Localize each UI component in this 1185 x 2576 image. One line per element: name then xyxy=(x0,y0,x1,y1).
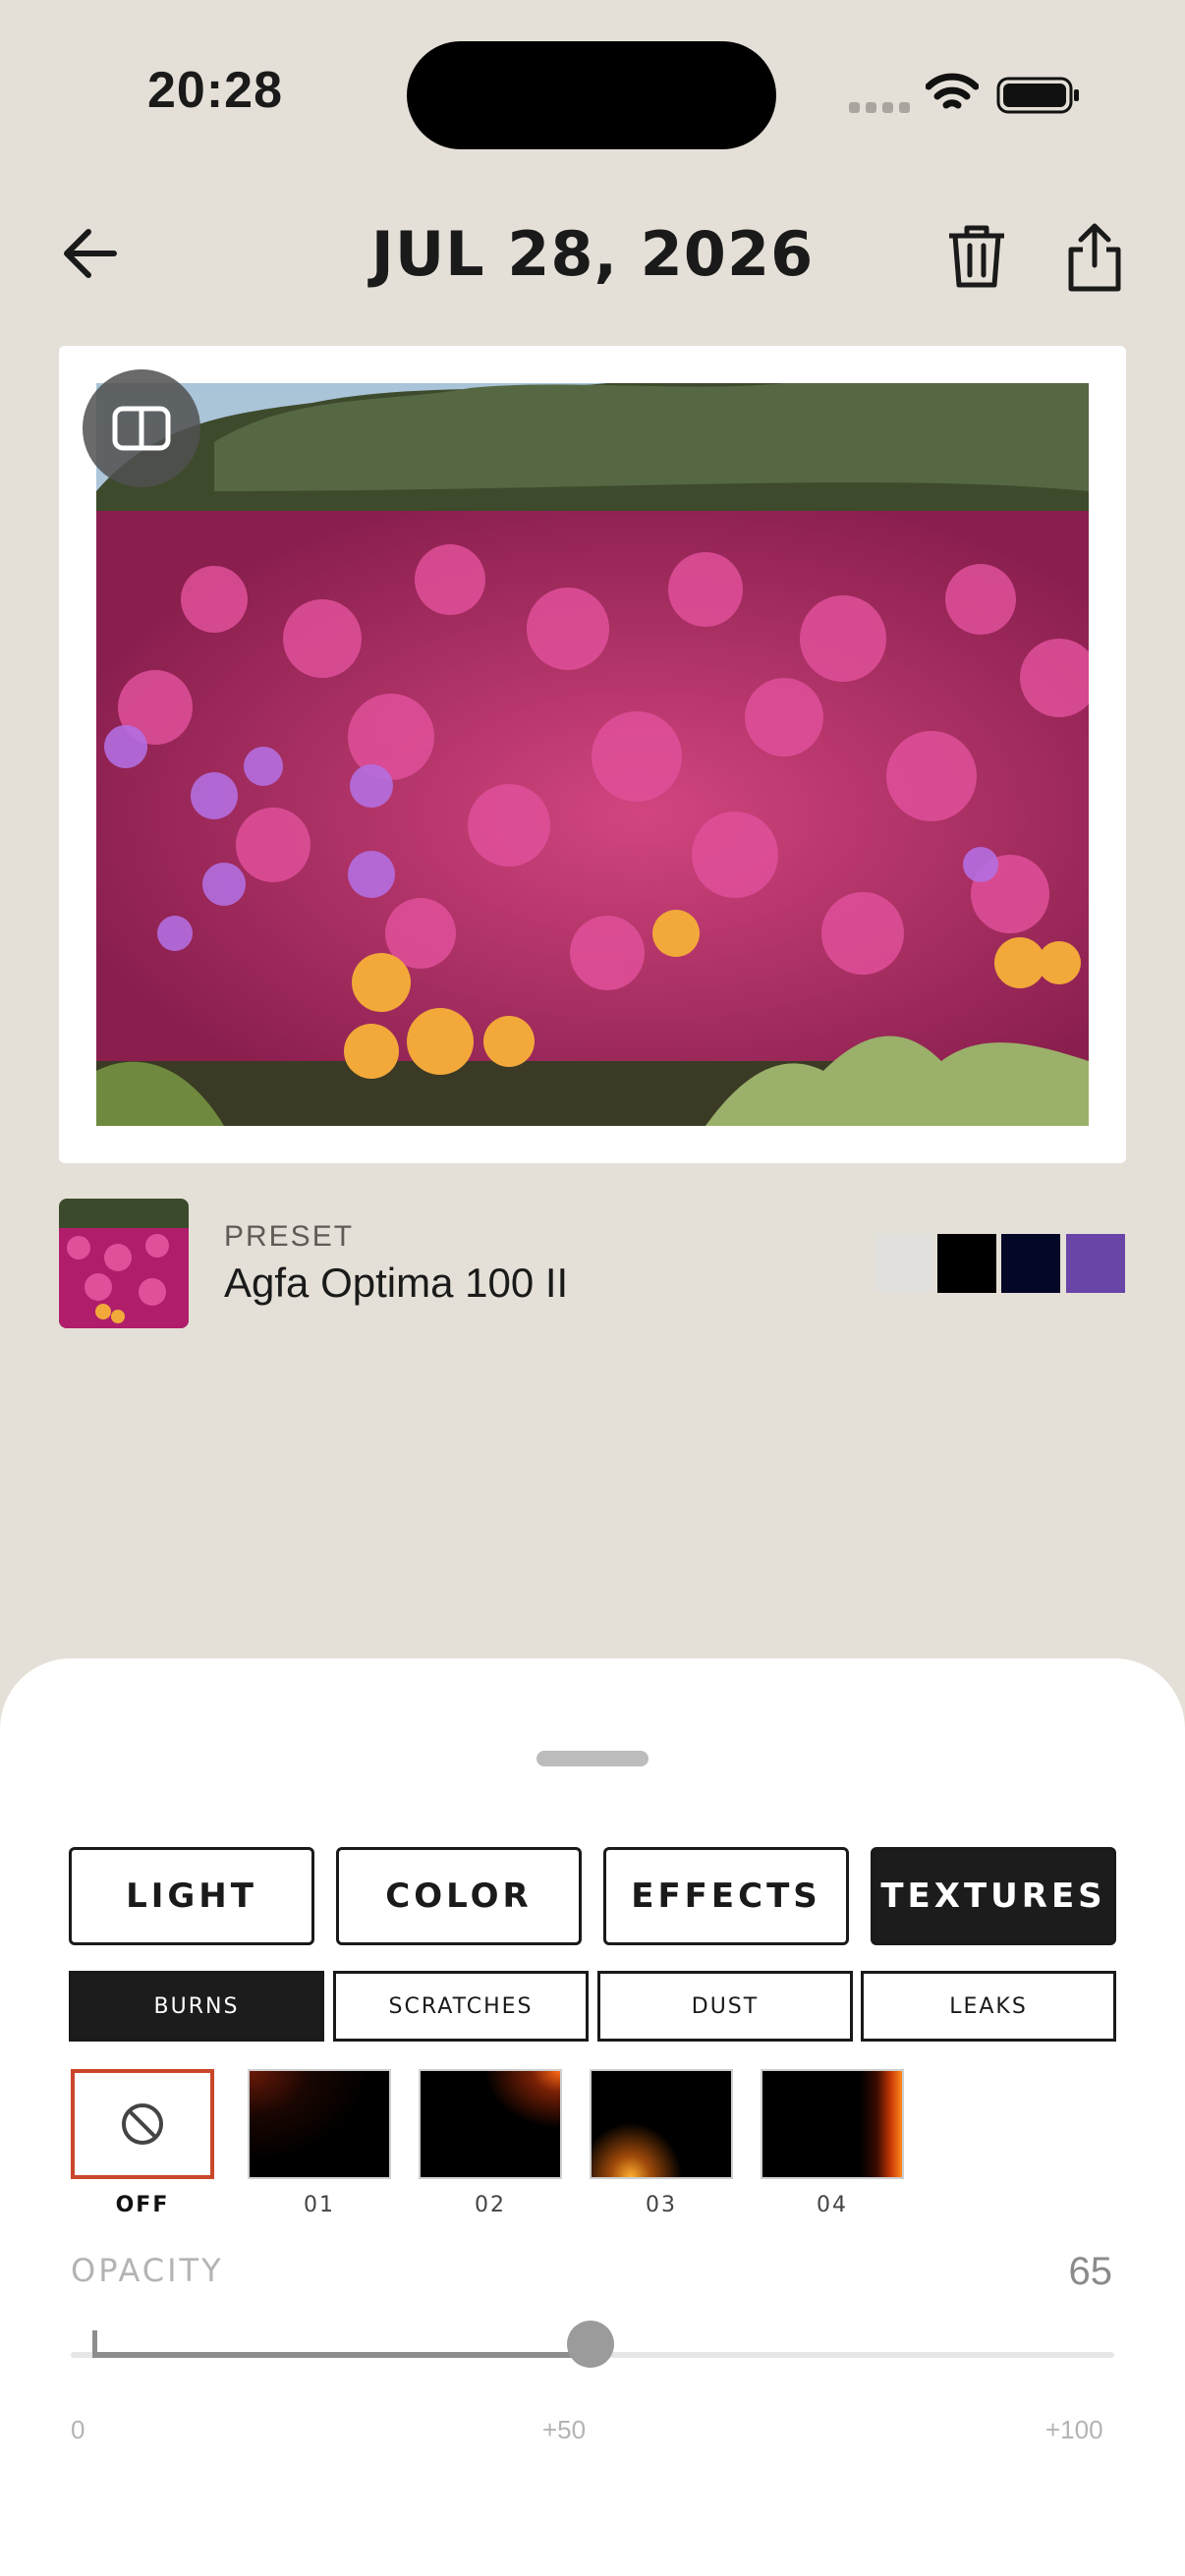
photo-preview[interactable] xyxy=(96,383,1089,1126)
opacity-slider-fill xyxy=(92,2352,591,2358)
back-button[interactable] xyxy=(59,222,122,285)
palette-swatch xyxy=(1001,1234,1060,1293)
wifi-icon xyxy=(926,73,979,109)
palette-swatch xyxy=(1066,1234,1125,1293)
texture-02[interactable] xyxy=(419,2069,562,2179)
opacity-slider-thumb[interactable] xyxy=(567,2321,614,2368)
palette-swatch xyxy=(937,1234,996,1293)
cellular-signal-icon xyxy=(849,102,910,114)
tab-effects[interactable]: EFFECTS xyxy=(603,1847,849,1945)
preset-label: PRESET xyxy=(224,1220,355,1253)
page-title: JUL 28, 2026 xyxy=(370,218,815,290)
tab-textures[interactable]: TEXTURES xyxy=(871,1847,1116,1945)
subtab-scratches[interactable]: SCRATCHES xyxy=(333,1971,589,2042)
delete-button[interactable] xyxy=(945,222,1008,291)
subtab-leaks[interactable]: LEAKS xyxy=(861,1971,1116,2042)
texture-label: 03 xyxy=(646,2193,677,2217)
compare-button[interactable] xyxy=(83,369,200,487)
slider-tick-max: +100 xyxy=(1045,2415,1103,2444)
texture-label: 04 xyxy=(817,2193,848,2217)
texture-04[interactable] xyxy=(761,2069,904,2179)
texture-label: OFF xyxy=(115,2193,170,2217)
split-view-icon xyxy=(112,406,171,451)
texture-01[interactable] xyxy=(248,2069,391,2179)
slider-tick-mid: +50 xyxy=(542,2415,587,2444)
status-time: 20:28 xyxy=(147,62,283,119)
preset-name[interactable]: Agfa Optima 100 II xyxy=(224,1260,568,1307)
tab-color[interactable]: COLOR xyxy=(336,1847,582,1945)
subtab-burns[interactable]: BURNS xyxy=(69,1971,324,2042)
share-button[interactable] xyxy=(1063,222,1126,293)
prohibited-icon xyxy=(122,2103,163,2145)
texture-label: 02 xyxy=(475,2193,506,2217)
texture-03[interactable] xyxy=(590,2069,733,2179)
battery-icon xyxy=(996,77,1079,114)
palette-swatch xyxy=(875,1234,933,1293)
tab-light[interactable]: LIGHT xyxy=(69,1847,314,1945)
subtab-dust[interactable]: DUST xyxy=(597,1971,853,2042)
texture-label: 01 xyxy=(304,2193,335,2217)
opacity-slider-origin xyxy=(92,2330,97,2358)
opacity-value: 65 xyxy=(1068,2250,1113,2293)
dynamic-island xyxy=(407,41,776,149)
preset-thumbnail[interactable] xyxy=(59,1199,189,1328)
opacity-label: OPACITY xyxy=(71,2252,224,2289)
slider-tick-min: 0 xyxy=(71,2415,85,2444)
texture-off[interactable] xyxy=(71,2069,214,2179)
sheet-grabber[interactable] xyxy=(536,1751,649,1766)
